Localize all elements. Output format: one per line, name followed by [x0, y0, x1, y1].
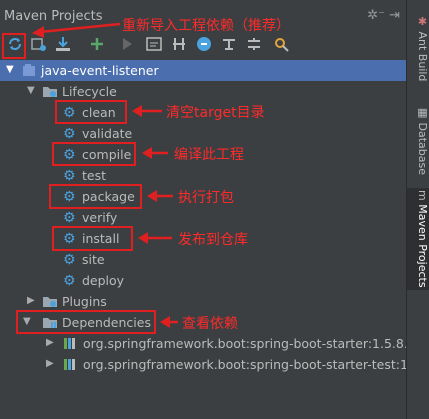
- tab-maven-projects[interactable]: m Maven Projects: [407, 188, 429, 290]
- package-highlight-box: [49, 184, 142, 209]
- gear-icon: ⚙: [63, 273, 76, 289]
- tab-label: Ant Build: [416, 31, 429, 82]
- annotation-clean: 清空target目录: [166, 105, 265, 121]
- ant-build-icon: ✱: [416, 14, 429, 28]
- toggle-offline-icon[interactable]: [170, 35, 188, 53]
- dependencies-highlight-box: [16, 310, 156, 334]
- collapsed-arrow-icon[interactable]: ▶: [46, 358, 54, 369]
- maven-icon: m: [416, 190, 429, 201]
- arrow-icon: [147, 190, 173, 202]
- gear-icon: ⚙: [63, 168, 76, 184]
- show-dependencies-icon[interactable]: [220, 35, 238, 53]
- annotation-install: 发布到仓库: [178, 232, 248, 248]
- goal-test[interactable]: ⚙ test: [0, 165, 406, 186]
- database-icon: ▦: [416, 105, 429, 119]
- arrow-icon: [138, 232, 172, 244]
- reimport-highlight-box: [2, 33, 26, 59]
- maven-projects-panel: Maven Projects ✲⁻ ⇥ ▼ java-event-listene…: [0, 0, 429, 419]
- goal-site[interactable]: ⚙ site: [0, 249, 406, 270]
- dependency-label: org.springframework.boot:spring-boot-sta…: [83, 357, 429, 372]
- annotation-reimport: 重新导入工程依赖（推荐）: [122, 18, 290, 34]
- tool-window-strip: ✱ Ant Build ▦ Database m Maven Projects: [406, 0, 429, 419]
- tree-plugins-row[interactable]: ▶ Plugins: [0, 291, 406, 312]
- project-name: java-event-listener: [41, 63, 159, 78]
- expand-arrow-icon[interactable]: ▼: [6, 64, 14, 75]
- dependency-row[interactable]: ▶ org.springframework.boot:spring-boot-s…: [0, 354, 429, 375]
- arrow-icon: [32, 22, 121, 38]
- gear-icon: ⚙: [63, 252, 76, 268]
- goal-label: deploy: [82, 273, 125, 288]
- tab-label: Database: [416, 122, 429, 175]
- arrow-icon: [132, 105, 162, 117]
- plugins-label: Plugins: [62, 294, 107, 309]
- tree-root-row[interactable]: ▼ java-event-listener: [0, 60, 406, 81]
- collapse-all-icon[interactable]: [245, 35, 263, 53]
- collapsed-arrow-icon[interactable]: ▶: [27, 295, 35, 306]
- folder-icon: [43, 297, 57, 307]
- collapsed-arrow-icon[interactable]: ▶: [46, 337, 54, 348]
- library-icon: [64, 338, 75, 349]
- gear-icon: ⚙: [63, 126, 76, 142]
- goal-label: validate: [82, 126, 133, 141]
- clean-highlight-box: [55, 100, 127, 124]
- install-highlight-box: [52, 226, 133, 251]
- execute-goal-icon[interactable]: [145, 35, 163, 53]
- annotation-compile: 编译此工程: [174, 147, 244, 163]
- goal-deploy[interactable]: ⚙ deploy: [0, 270, 406, 291]
- annotation-package: 执行打包: [178, 190, 234, 206]
- tree-lifecycle-row[interactable]: ▼ Lifecycle: [0, 81, 406, 102]
- expand-arrow-icon[interactable]: ▼: [27, 85, 35, 96]
- annotation-dependencies: 查看依赖: [182, 316, 238, 332]
- panel-settings-icons[interactable]: ✲⁻ ⇥: [367, 8, 400, 23]
- arrow-icon: [160, 316, 178, 328]
- library-icon: [64, 359, 75, 370]
- dependency-label: org.springframework.boot:spring-boot-sta…: [83, 336, 429, 351]
- tab-database[interactable]: ▦ Database: [407, 100, 429, 180]
- tab-ant-build[interactable]: ✱ Ant Build: [407, 8, 429, 88]
- goal-verify[interactable]: ⚙ verify: [0, 207, 406, 228]
- skip-tests-icon[interactable]: [195, 35, 213, 53]
- goal-label: site: [82, 252, 105, 267]
- goal-label: verify: [82, 210, 118, 225]
- tab-label: Maven Projects: [416, 204, 429, 288]
- goal-label: test: [82, 168, 107, 183]
- goal-validate[interactable]: ⚙ validate: [0, 123, 406, 144]
- dependency-row[interactable]: ▶ org.springframework.boot:spring-boot-s…: [0, 333, 429, 354]
- maven-settings-icon[interactable]: [272, 35, 290, 53]
- maven-module-icon: [23, 64, 35, 76]
- folder-icon: [43, 87, 57, 97]
- lifecycle-label: Lifecycle: [62, 84, 117, 99]
- compile-highlight-box: [52, 142, 136, 166]
- gear-icon: ⚙: [63, 210, 76, 226]
- arrow-icon: [142, 147, 168, 159]
